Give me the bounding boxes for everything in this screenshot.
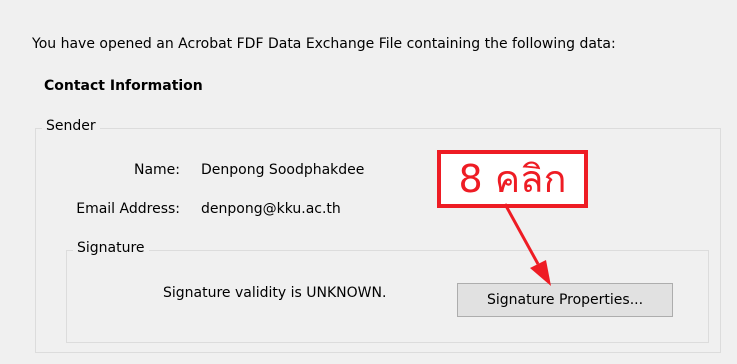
step-annotation-callout: 8 คลิก xyxy=(437,150,588,208)
name-value: Denpong Soodphakdee xyxy=(201,162,365,178)
email-value: denpong@kku.ac.th xyxy=(201,201,341,217)
contact-information-title: Contact Information xyxy=(44,78,203,94)
intro-text: You have opened an Acrobat FDF Data Exch… xyxy=(32,36,616,52)
name-label: Name: xyxy=(133,162,180,178)
email-label: Email Address: xyxy=(76,201,180,217)
signature-properties-button[interactable]: Signature Properties... xyxy=(457,283,673,317)
sender-legend: Sender xyxy=(42,118,100,134)
signature-validity-status: Signature validity is UNKNOWN. xyxy=(163,285,387,301)
fdf-data-exchange-dialog: You have opened an Acrobat FDF Data Exch… xyxy=(0,0,737,364)
signature-legend: Signature xyxy=(73,240,149,256)
